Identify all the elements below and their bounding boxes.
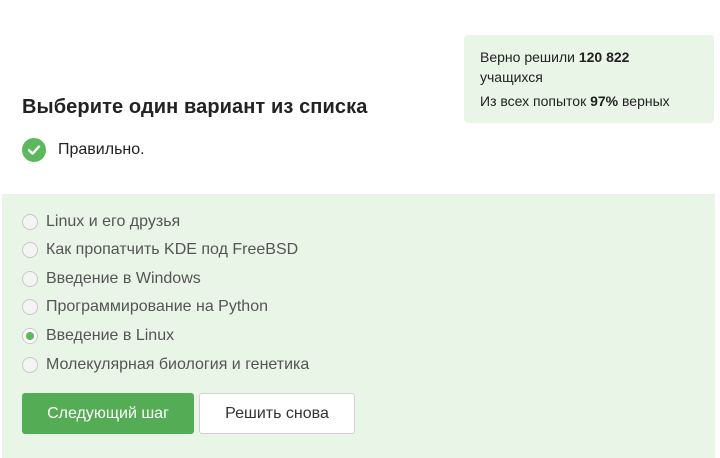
- option-label: Программирование на Python: [46, 298, 268, 315]
- next-step-button[interactable]: Следующий шаг: [22, 393, 194, 434]
- option-item[interactable]: Молекулярная биология и генетика: [22, 353, 309, 377]
- attempts-stats: Из всех попыток 97% верных: [480, 91, 698, 111]
- solved-count: 120 822: [578, 49, 630, 65]
- options-panel: Linux и его друзья Как пропатчить KDE по…: [2, 194, 715, 458]
- option-label: Linux и его друзья: [46, 213, 181, 230]
- radio-button[interactable]: [22, 271, 38, 287]
- stats-panel: Верно решили 120 822 учащихся Из всех по…: [464, 35, 714, 123]
- option-item[interactable]: Как пропатчить KDE под FreeBSD: [22, 238, 298, 262]
- attempts-suffix: верных: [622, 93, 670, 109]
- solved-suffix: учащихся: [480, 69, 543, 85]
- feedback-correct: Правильно.: [22, 138, 145, 162]
- option-item-selected[interactable]: Введение в Linux: [22, 324, 174, 348]
- question-title: Выберите один вариант из списка: [22, 96, 368, 118]
- solved-stats: Верно решили 120 822 учащихся: [480, 47, 698, 87]
- radio-dot: [26, 332, 34, 340]
- radio-button[interactable]: [22, 214, 38, 230]
- option-item[interactable]: Linux и его друзья: [22, 210, 180, 234]
- option-item[interactable]: Программирование на Python: [22, 295, 268, 319]
- attempts-percent: 97%: [590, 93, 619, 109]
- radio-button-checked[interactable]: [22, 328, 38, 344]
- option-item[interactable]: Введение в Windows: [22, 267, 201, 291]
- attempts-prefix: Из всех попыток: [480, 93, 587, 109]
- option-label: Введение в Windows: [46, 270, 201, 287]
- option-label: Введение в Linux: [46, 327, 175, 344]
- radio-button[interactable]: [22, 357, 38, 373]
- solved-prefix: Верно решили: [480, 49, 575, 65]
- option-label: Молекулярная биология и генетика: [46, 356, 310, 373]
- option-label: Как пропатчить KDE под FreeBSD: [46, 241, 299, 258]
- radio-button[interactable]: [22, 299, 38, 315]
- retry-button[interactable]: Решить снова: [199, 393, 355, 434]
- feedback-text: Правильно.: [58, 141, 145, 158]
- check-circle-icon: [22, 138, 46, 162]
- radio-button[interactable]: [22, 242, 38, 258]
